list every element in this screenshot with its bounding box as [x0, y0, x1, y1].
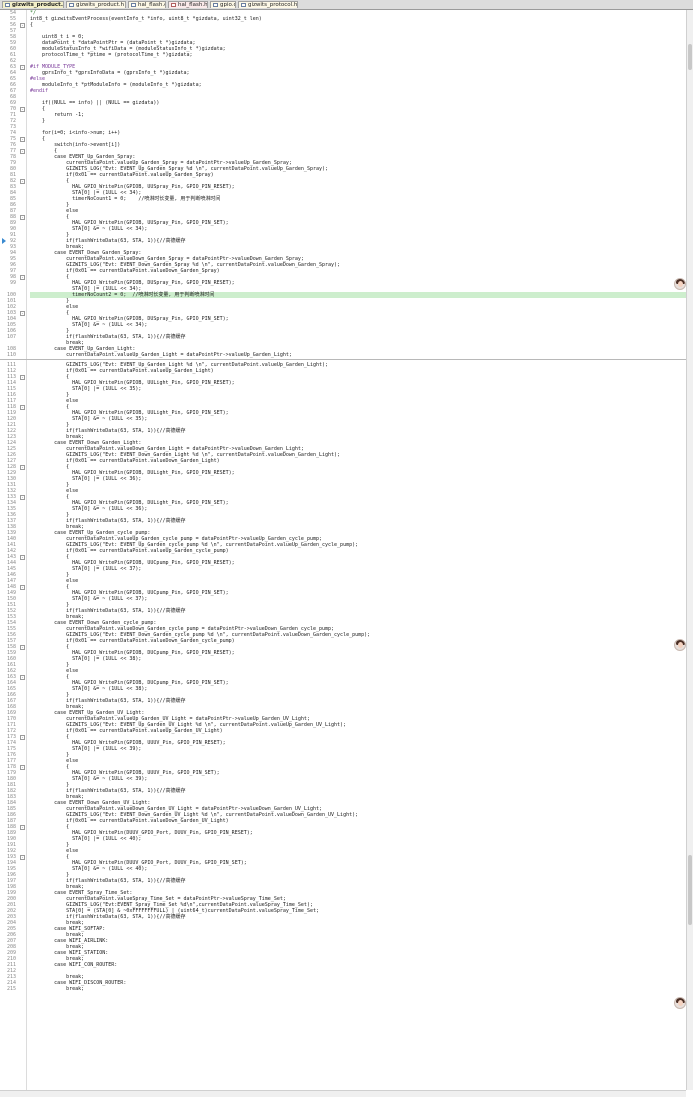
code-line[interactable]: if((NULL == info) || (NULL == gizdata))	[30, 100, 159, 106]
scrollbar-thumb[interactable]	[688, 44, 692, 70]
code-line[interactable]: int8_t gizwitsEventProcess(eventInfo_t *…	[30, 16, 262, 22]
avatar	[674, 639, 686, 651]
code-line[interactable]: currentDataPoint.valueUp_Garden_Light = …	[30, 352, 292, 358]
fold-toggle-icon[interactable]: -	[20, 136, 25, 142]
file-icon	[131, 3, 136, 7]
fold-toggle-icon[interactable]: -	[20, 464, 25, 470]
line-number: 99	[9, 280, 16, 286]
split-pane-divider[interactable]	[0, 359, 686, 360]
file-icon	[69, 3, 74, 7]
line-number: 215	[6, 986, 16, 992]
code-line[interactable]: moduleInfo_t *ptModuleInfo = (moduleInfo…	[30, 82, 202, 88]
fold-toggle-icon[interactable]: -	[20, 404, 25, 410]
code-line[interactable]: }	[30, 118, 45, 124]
file-tab[interactable]: gizwits_protocol.h	[238, 1, 298, 8]
bookmark-marker	[2, 238, 6, 244]
fold-toggle-icon[interactable]: -	[20, 734, 25, 740]
file-icon	[5, 3, 10, 7]
fold-toggle-icon[interactable]: -	[20, 554, 25, 560]
code-editor[interactable]: 54 */55 int8_t gizwitsEventProcess(eventIn…	[0, 10, 686, 1090]
code-line[interactable]: break;	[30, 986, 84, 992]
fold-toggle-icon[interactable]: -	[20, 854, 25, 860]
file-tab-label: gizwits_product.h	[76, 2, 125, 8]
vertical-scrollbar[interactable]	[686, 10, 693, 1090]
file-icon	[213, 3, 218, 7]
code-line[interactable]: {	[30, 22, 33, 28]
fold-toggle-icon[interactable]: -	[20, 22, 25, 28]
file-tab-label: gizwits_protocol.h	[248, 2, 298, 8]
avatar	[674, 997, 686, 1009]
fold-toggle-icon[interactable]: -	[20, 644, 25, 650]
file-tab-label: gizwits_product.c	[12, 2, 64, 8]
fold-toggle-icon[interactable]: -	[20, 106, 25, 112]
fold-toggle-icon[interactable]: -	[20, 764, 25, 770]
fold-toggle-icon[interactable]: -	[20, 824, 25, 830]
fold-toggle-icon[interactable]: -	[20, 310, 25, 316]
code-line[interactable]: #endif	[30, 88, 48, 94]
gutter-separator	[26, 10, 27, 1090]
code-line[interactable]: gprsInfo_t *gprsInfoData = (gprsInfo_t *…	[30, 70, 190, 76]
line-number: 110	[6, 352, 16, 358]
file-tab[interactable]: gpio.c	[210, 1, 236, 8]
horizontal-scrollbar[interactable]	[0, 1090, 686, 1097]
file-tab[interactable]: hal_flash.h	[168, 1, 208, 8]
fold-toggle-icon[interactable]: -	[20, 674, 25, 680]
file-tab-bar: gizwits_product.c gizwits_product.h hal_fl…	[0, 0, 693, 10]
scrollbar-thumb-lower[interactable]	[688, 855, 692, 925]
fold-toggle-icon[interactable]: -	[20, 274, 25, 280]
file-tab-label: hal_flash.h	[178, 2, 208, 8]
fold-toggle-icon[interactable]: -	[20, 148, 25, 154]
file-icon	[241, 3, 246, 7]
avatar	[674, 278, 686, 290]
file-icon	[171, 3, 176, 7]
line-number: 107	[6, 334, 16, 340]
code-line[interactable]: protocolTime_t *ptime = (protocolTime_t …	[30, 52, 193, 58]
file-tab-label: hal_flash.c	[138, 2, 166, 8]
fold-toggle-icon[interactable]: -	[20, 214, 25, 220]
fold-toggle-icon[interactable]: -	[20, 64, 25, 70]
fold-toggle-icon[interactable]: -	[20, 374, 25, 380]
file-tab-label: gpio.c	[220, 2, 236, 8]
fold-toggle-icon[interactable]: -	[20, 584, 25, 590]
fold-toggle-icon[interactable]: -	[20, 178, 25, 184]
code-line[interactable]: case WIFI_CON_ROUTER:	[30, 962, 117, 968]
file-tab[interactable]: gizwits_product.h	[66, 1, 126, 8]
file-tab[interactable]: gizwits_product.c	[2, 1, 64, 8]
file-tab[interactable]: hal_flash.c	[128, 1, 166, 8]
fold-toggle-icon[interactable]: -	[20, 494, 25, 500]
